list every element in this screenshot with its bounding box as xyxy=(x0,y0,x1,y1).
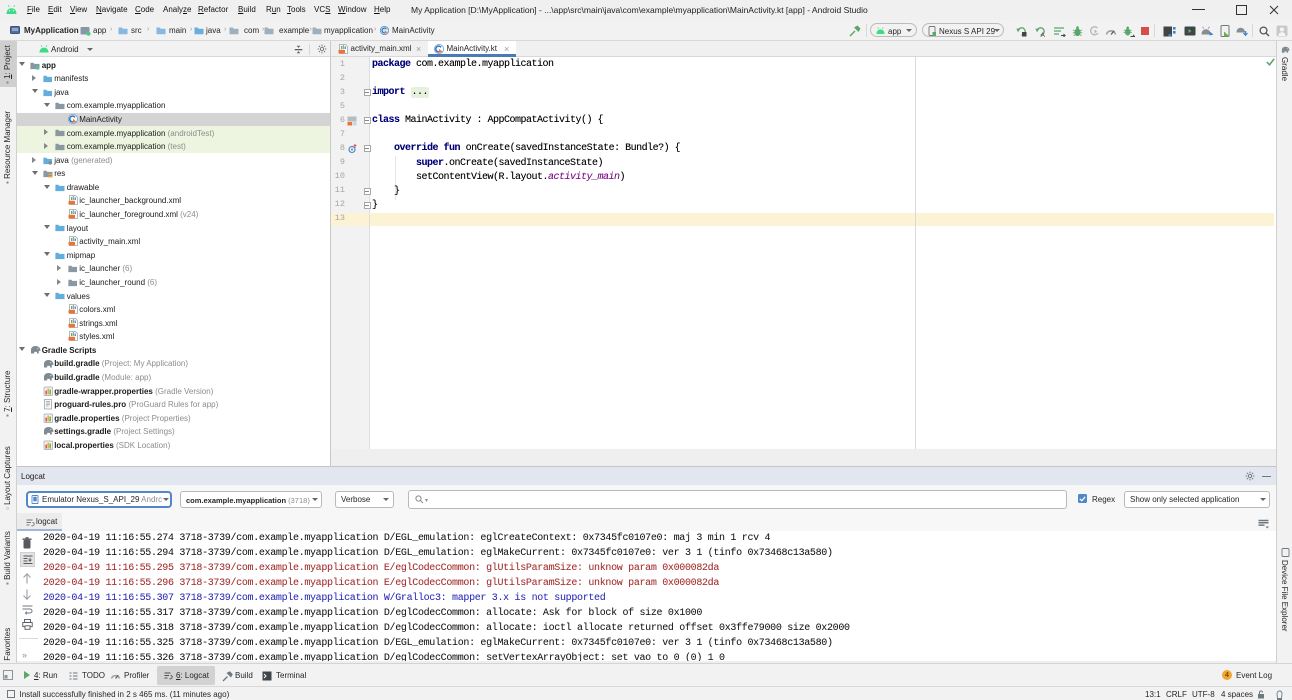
svg-text:A: A xyxy=(1041,32,1046,37)
